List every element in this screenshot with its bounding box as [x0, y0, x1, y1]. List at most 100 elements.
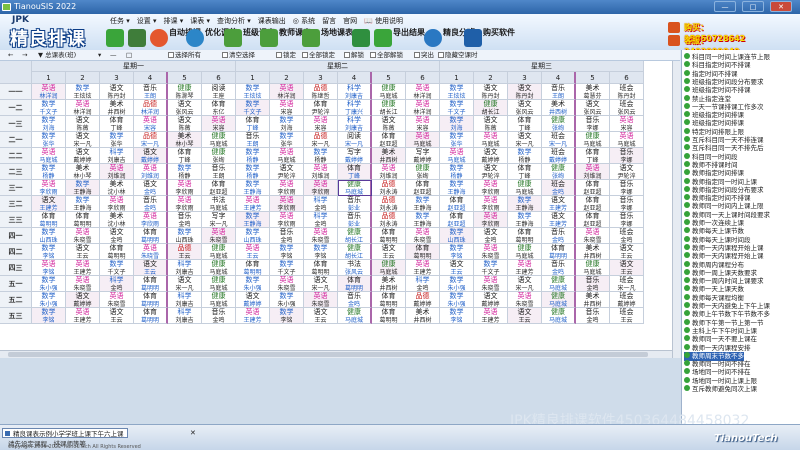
schedule-cell[interactable]: 班会 张风云: [610, 100, 644, 116]
schedule-cell[interactable]: 语文 陈薇: [474, 116, 508, 132]
schedule-cell[interactable]: 英语 朱晓雪: [406, 228, 440, 244]
schedule-cell[interactable]: 数学 山西珠: [236, 228, 270, 244]
schedule-cell[interactable]: 体育 赵亚超: [576, 196, 610, 212]
schedule-cell[interactable]: 英语 宋容: [270, 100, 304, 116]
schedule-cell[interactable]: 数学 王静海: [406, 212, 440, 228]
schedule-cell[interactable]: 健康 马庭城: [508, 180, 542, 196]
schedule-cell[interactable]: 班会 金鸣: [542, 180, 576, 196]
schedule-cell[interactable]: 英语 朱晓雪: [134, 244, 168, 260]
schedule-cell[interactable]: 数学 杨静: [304, 148, 338, 164]
schedule-cell[interactable]: 数学 山西珠: [32, 228, 66, 244]
schedule-cell[interactable]: 英语 刘维润: [372, 164, 406, 180]
horizontal-scrollbar[interactable]: [0, 350, 672, 358]
schedule-cell[interactable]: 数学 朱小强: [236, 276, 270, 292]
close-button[interactable]: ✕: [770, 1, 792, 12]
schedule-cell[interactable]: 阅读 宋一凡: [338, 132, 372, 148]
schedule-cell[interactable]: 数学 张华: [440, 132, 474, 148]
schedule-cell[interactable]: 英语 刘维润: [100, 164, 134, 180]
schedule-cell[interactable]: 英语 李欣雨: [168, 196, 202, 212]
schedule-cell[interactable]: 健康 马庭城: [372, 260, 406, 276]
minimize-button[interactable]: —: [714, 1, 736, 12]
schedule-cell[interactable]: 写字 宋一凡: [202, 212, 236, 228]
maximize-button[interactable]: □: [742, 1, 764, 12]
schedule-cell[interactable]: 数学 千文子: [100, 260, 134, 276]
menu-item[interactable]: 设置 ▾: [137, 16, 157, 26]
schedule-cell[interactable]: 音乐 金鸣: [270, 228, 304, 244]
schedule-cell[interactable]: 英语 李欣雨: [304, 180, 338, 196]
schedule-cell[interactable]: 班会 宋一凡: [610, 276, 644, 292]
schedule-cell[interactable]: 英语 朱晓雪: [66, 276, 100, 292]
schedule-cell[interactable]: 英语 李欣雨: [134, 212, 168, 228]
schedule-cell[interactable]: 科学 丁康兴: [338, 100, 372, 116]
schedule-cell[interactable]: 数学 王静海: [236, 180, 270, 196]
schedule-cell[interactable]: 科学 刘康吉: [168, 260, 202, 276]
schedule-cell[interactable]: 科学 金鸣: [304, 212, 338, 228]
schedule-cell[interactable]: 英语 朱晓雪: [270, 276, 304, 292]
schedule-cell[interactable]: 英语 王建芳: [508, 260, 542, 276]
schedule-cell[interactable]: 英语 王建芳: [236, 308, 270, 324]
schedule-cell[interactable]: 英语 林洋润: [32, 84, 66, 100]
schedule-cell[interactable]: 语文 王云: [508, 308, 542, 324]
schedule-cell[interactable]: 语文 陈丹封: [474, 84, 508, 100]
menu-item[interactable]: 排课 ▾: [164, 16, 184, 26]
schedule-cell[interactable]: 美术 林小琴: [66, 164, 100, 180]
schedule-cell[interactable]: 健康 陈滁琴: [168, 84, 202, 100]
filter-item[interactable]: ▼ 总课表(班): [38, 50, 76, 61]
schedule-cell[interactable]: 语文 陈丹封: [508, 84, 542, 100]
schedule-cell[interactable]: 体育 东亿: [202, 100, 236, 116]
schedule-cell[interactable]: 体育 丁峰: [168, 148, 202, 164]
schedule-cell[interactable]: 健康 马庭城: [542, 276, 576, 292]
schedule-cell[interactable]: 数学 刘海: [270, 116, 304, 132]
schedule-cell[interactable]: 体育 丁峰: [338, 164, 372, 180]
schedule-cell[interactable]: 体育 葛明明: [134, 292, 168, 308]
schedule-cell[interactable]: 音乐 彭业: [338, 212, 372, 228]
schedule-cell[interactable]: 健康 张绚: [542, 116, 576, 132]
schedule-cell[interactable]: 语文 陈薇: [66, 116, 100, 132]
schedule-cell[interactable]: 英语 朱晓雪: [100, 292, 134, 308]
schedule-cell[interactable]: 音乐 李娜: [610, 180, 644, 196]
schedule-cell[interactable]: 健康 张绚: [542, 164, 576, 180]
filter-item[interactable]: —: [110, 50, 117, 61]
schedule-cell[interactable]: 英语 朱晓雪: [304, 292, 338, 308]
document-tab[interactable]: 精良课表示例小学学班上课下午六上课: [2, 428, 128, 438]
schedule-cell[interactable]: 健康 马庭城: [202, 244, 236, 260]
schedule-cell[interactable]: 语文 张风云: [576, 100, 610, 116]
scroll-thumb[interactable]: [8, 352, 648, 357]
menu-item[interactable]: 任务 ▾: [110, 16, 130, 26]
schedule-cell[interactable]: 语文 尹轮淬: [610, 164, 644, 180]
schedule-cell[interactable]: 科学 刘康吉: [338, 116, 372, 132]
schedule-cell[interactable]: 数学 李铭: [304, 244, 338, 260]
schedule-cell[interactable]: 英语 马庭城: [610, 132, 644, 148]
schedule-cell[interactable]: 体育 丁峰: [100, 116, 134, 132]
schedule-cell[interactable]: 班会 戴婷婷: [542, 148, 576, 164]
schedule-cell[interactable]: 数学 王静海: [508, 196, 542, 212]
schedule-cell[interactable]: 品德 刘永涛: [372, 196, 406, 212]
schedule-cell[interactable]: 英语 李欣雨: [270, 212, 304, 228]
schedule-cell[interactable]: 英语 马庭城: [32, 148, 66, 164]
schedule-cell[interactable]: 语文 尹轮淬: [270, 164, 304, 180]
schedule-cell[interactable]: 英语 王建芳: [406, 260, 440, 276]
schedule-cell[interactable]: 科学 刘康吉: [168, 292, 202, 308]
schedule-cell[interactable]: 写字 戴婷婷: [338, 148, 372, 164]
schedule-cell[interactable]: 语文 王建芳: [542, 196, 576, 212]
schedule-cell[interactable]: 英语 林洋润: [406, 100, 440, 116]
schedule-cell[interactable]: 数学 千文子: [474, 260, 508, 276]
schedule-cell[interactable]: 体育 葛明明: [134, 228, 168, 244]
schedule-cell[interactable]: 数学 王静海: [440, 180, 474, 196]
filter-item[interactable]: →: [22, 50, 27, 61]
schedule-cell[interactable]: 美术 沈小林: [100, 212, 134, 228]
rule-item[interactable]: 互斥教师避免同次上课: [684, 385, 757, 394]
schedule-cell[interactable]: 英语 朱晓雪: [508, 292, 542, 308]
schedule-cell[interactable]: 语文 宋一凡: [508, 132, 542, 148]
schedule-cell[interactable]: 英语 林洋润: [270, 84, 304, 100]
schedule-cell[interactable]: 英语 宋容: [202, 116, 236, 132]
schedule-cell[interactable]: 数学 千文子: [440, 100, 474, 116]
schedule-cell[interactable]: 语文 王云: [610, 260, 644, 276]
schedule-cell[interactable]: 音乐 金鸣: [542, 260, 576, 276]
schedule-cell[interactable]: 音乐 王朗: [542, 84, 576, 100]
schedule-cell[interactable]: 语文 陈薇: [372, 116, 406, 132]
schedule-cell[interactable]: 语文 王建芳: [32, 196, 66, 212]
schedule-cell[interactable]: 英语 朱晓雪: [474, 244, 508, 260]
schedule-cell[interactable]: 英语 李欣雨: [100, 196, 134, 212]
filter-item[interactable]: 全部解锁: [370, 50, 403, 61]
